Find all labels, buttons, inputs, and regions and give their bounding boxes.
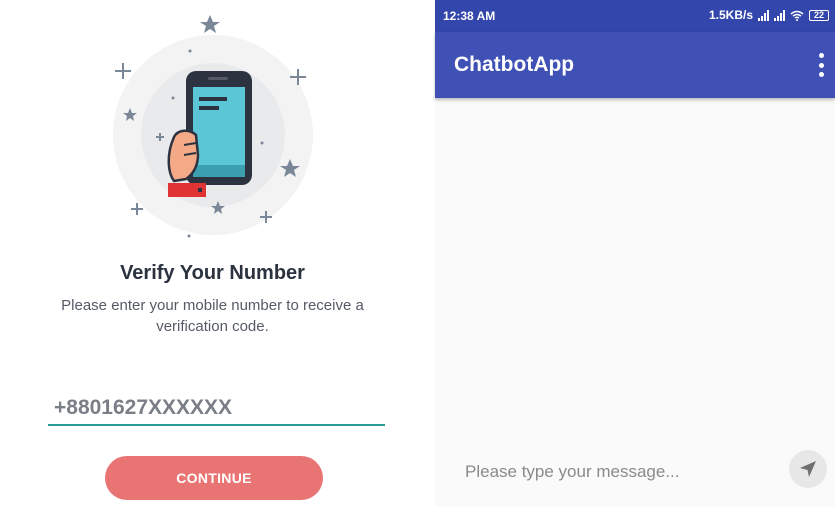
signal-icon <box>774 9 785 21</box>
message-input[interactable] <box>463 456 767 488</box>
more-vert-icon[interactable] <box>815 53 827 77</box>
network-speed: 1.5KB/s <box>708 8 753 22</box>
status-time: 12:38 AM <box>443 9 496 23</box>
send-button[interactable] <box>789 450 827 488</box>
continue-button[interactable]: CONTINUE <box>105 456 323 500</box>
wifi-icon <box>790 10 804 21</box>
verify-screen: Verify Your Number Please enter your mob… <box>0 0 425 506</box>
verify-subtitle: Please enter your mobile number to recei… <box>61 297 364 335</box>
battery-icon: 22 <box>809 9 829 21</box>
verify-title: Verify Your Number <box>120 262 305 284</box>
phone-verification-illustration <box>113 15 313 238</box>
send-icon <box>800 461 816 477</box>
signal-icon <box>758 9 769 21</box>
phone-number-input[interactable] <box>48 392 385 426</box>
status-bar: 12:38 AM 1.5KB/s 22 <box>435 0 835 32</box>
chat-screen: 12:38 AM 1.5KB/s 22 ChatbotApp <box>435 0 835 506</box>
app-title: ChatbotApp <box>454 53 575 76</box>
status-icons: 1.5KB/s 22 <box>709 8 829 22</box>
app-bar: ChatbotApp <box>435 32 835 98</box>
